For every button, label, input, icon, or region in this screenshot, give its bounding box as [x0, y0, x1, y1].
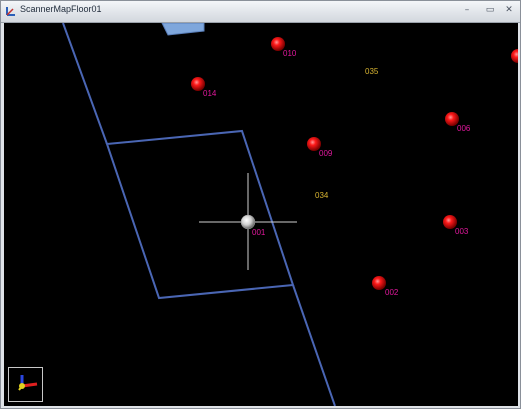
scanner-point-009[interactable]: 009	[307, 137, 333, 158]
close-button[interactable]: ✕	[501, 3, 517, 18]
minimize-button[interactable]: –	[459, 3, 475, 18]
axes-app-icon	[6, 7, 15, 16]
scanner-point-014[interactable]: 014	[191, 77, 217, 98]
marker-label-034: 034	[315, 191, 329, 200]
zone-outline[interactable]	[105, 129, 295, 300]
scanner-point-002[interactable]: 002	[372, 276, 399, 297]
scanner-point-offscreen[interactable]	[511, 49, 518, 63]
restore-button[interactable]: ▭	[482, 3, 498, 18]
point-label: 006	[457, 124, 471, 133]
window-title: ScannerMapFloor01	[20, 4, 102, 14]
scanner-point-006[interactable]: 006	[445, 112, 471, 133]
point-label: 010	[283, 49, 297, 58]
point-label: 014	[203, 89, 217, 98]
3d-map-viewport[interactable]: 010 014 009 006 003 002 001 035 034	[4, 23, 518, 406]
axis-gizmo[interactable]	[8, 367, 43, 402]
scanner-map-window: ScannerMapFloor01 – ▭ ✕ 010 014 009 006 …	[0, 0, 521, 409]
scanner-point-010[interactable]: 010	[271, 37, 297, 58]
point-label: 009	[319, 149, 333, 158]
marker-label-035: 035	[365, 67, 379, 76]
axis-gizmo-icon	[18, 375, 38, 391]
title-bar[interactable]: ScannerMapFloor01 – ▭ ✕	[1, 1, 520, 23]
floor-edge-line	[62, 23, 108, 145]
floor-box	[161, 23, 205, 36]
map-scene: 010 014 009 006 003 002 001 035 034	[62, 23, 518, 406]
point-label: 001	[252, 228, 266, 237]
point-label: 002	[385, 288, 399, 297]
point-label: 003	[455, 227, 469, 236]
scanner-point-003[interactable]: 003	[443, 215, 469, 236]
scanner-point-001-selected[interactable]: 001	[240, 214, 266, 237]
floor-edge-line	[292, 284, 336, 406]
